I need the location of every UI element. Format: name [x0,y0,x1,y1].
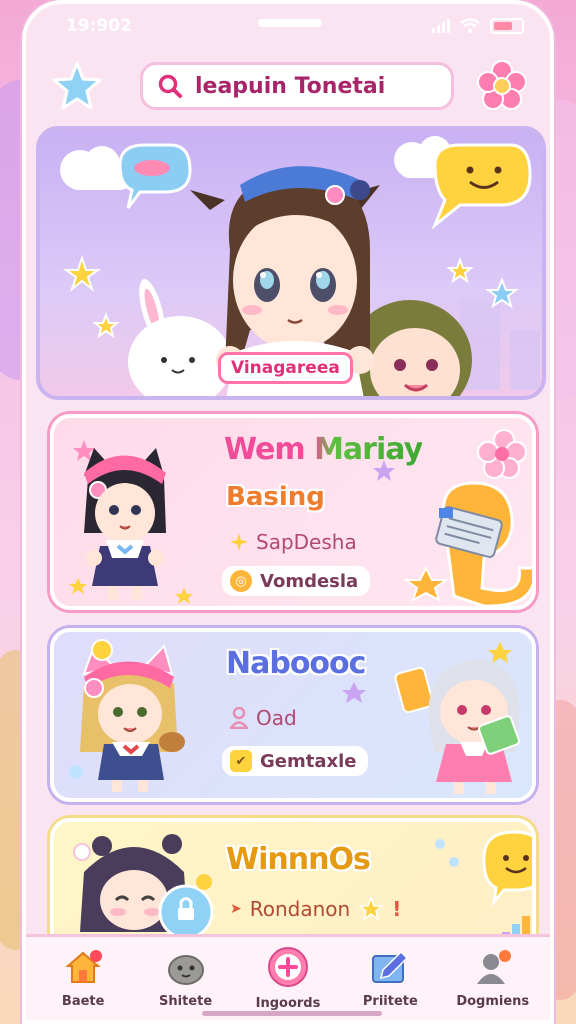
tab-label: Priitete [362,994,418,1009]
banner-caption: Vinagareea [218,352,353,384]
content-card[interactable]: Wem Mariay Basing SapDesha ◎ Vomdesla [50,414,536,610]
favorites-star-icon[interactable] [50,60,104,114]
edit-icon [372,950,409,983]
bottom-tab-bar: Baete Shitete Ingoords Priitete Dogmiens [26,934,550,1020]
card-title: WinnnOs [226,842,371,877]
card-title: Wem Mariay [224,432,423,467]
coin-icon: ◎ [230,570,252,592]
person-icon [230,707,248,729]
card-meta: ➤ Rondanon ! [230,896,401,922]
sparkle-icon [230,533,248,551]
profile-icon [476,950,511,984]
tab-label: Baete [61,994,105,1009]
speaker-notch [258,19,322,27]
card-tag-label: Gemtaxle [260,750,357,772]
search-input[interactable] [195,73,435,99]
plus-circle-icon [267,947,308,987]
battery-icon [490,18,524,34]
card-tag-label: Vomdesla [260,570,359,592]
tab-priitete[interactable]: Priitete [341,948,439,1009]
tab-ingoords[interactable]: Ingoords [239,946,337,1011]
card-title-text: Wem Mariay [224,432,423,467]
tab-label: Shitete [159,994,213,1009]
signal-icon [432,19,450,33]
checkmark-icon: ✔ [230,750,252,772]
wifi-icon [460,18,480,34]
status-time: 19:902 [66,16,132,36]
tab-shitete[interactable]: Shitete [137,948,235,1009]
card-subtitle: Basing [226,482,325,512]
home-indicator[interactable] [202,1011,382,1016]
rock-icon [167,955,204,985]
tab-label: Ingoords [255,996,321,1011]
card-tag-button[interactable]: ✔ Gemtaxle [222,746,369,776]
search-bar[interactable] [140,62,454,110]
card-meta-text: Rondanon [249,897,351,921]
card-meta-text: SapDesha [256,530,357,554]
arrow-icon: ➤ [230,901,242,917]
tab-baete[interactable]: Baete [34,948,132,1009]
card-meta: SapDesha [230,530,357,554]
phone-screen: 19:902 leapuin Tonetai Vinagareea Wem Ma… [22,0,554,1024]
search-icon [158,74,182,98]
tab-dogmiens[interactable]: Dogmiens [444,948,542,1009]
card-meta: Oad [230,706,297,730]
content-card[interactable]: Naboooc Oad ✔ Gemtaxle [50,628,536,802]
top-bar [26,56,550,116]
star-icon [358,896,385,921]
featured-banner[interactable]: Vinagareea [36,126,546,400]
exclamation-icon: ! [392,897,402,921]
card-tag-button[interactable]: ◎ Vomdesla [222,566,371,596]
card-meta-text: Oad [256,706,297,730]
house-icon [65,950,103,983]
card-title: Naboooc [226,646,366,681]
flower-menu-icon[interactable] [474,58,530,114]
tab-label: Dogmiens [456,994,530,1009]
